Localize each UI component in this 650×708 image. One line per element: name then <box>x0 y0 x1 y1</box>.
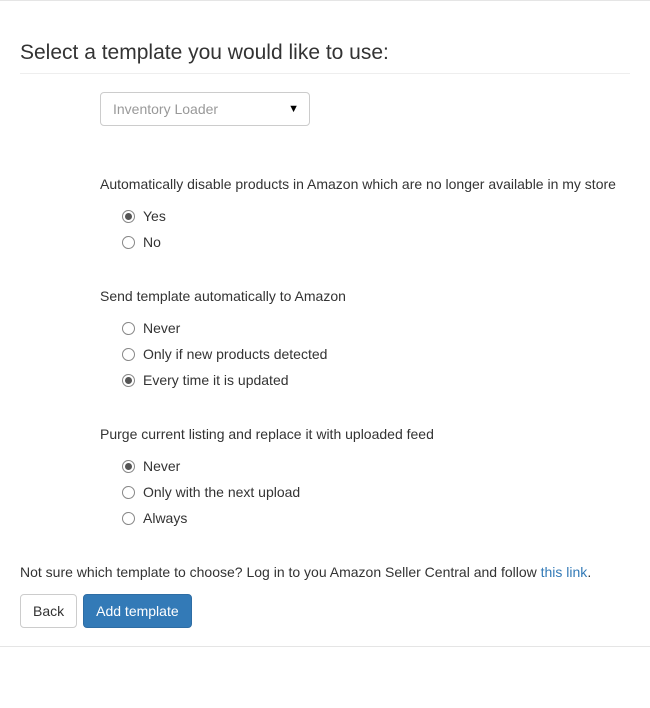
option-send-never[interactable]: Never <box>122 320 630 336</box>
option-label: Never <box>143 458 180 474</box>
option-label: Only with the next upload <box>143 484 300 500</box>
radio-icon <box>122 210 135 223</box>
option-purge-next-upload[interactable]: Only with the next upload <box>122 484 630 500</box>
option-label: Every time it is updated <box>143 372 289 388</box>
option-send-every-update[interactable]: Every time it is updated <box>122 372 630 388</box>
radio-icon <box>122 374 135 387</box>
back-button[interactable]: Back <box>20 594 77 628</box>
group-send-template: Send template automatically to Amazon Ne… <box>100 288 630 388</box>
radio-icon <box>122 512 135 525</box>
radio-icon <box>122 236 135 249</box>
option-disable-yes[interactable]: Yes <box>122 208 630 224</box>
option-label: Yes <box>143 208 166 224</box>
option-label: Only if new products detected <box>143 346 327 362</box>
option-purge-never[interactable]: Never <box>122 458 630 474</box>
chevron-down-icon: ▼ <box>288 103 299 115</box>
radio-icon <box>122 348 135 361</box>
page-title: Select a template you would like to use: <box>20 41 630 65</box>
help-text: Not sure which template to choose? Log i… <box>20 564 630 580</box>
help-suffix: . <box>587 564 591 580</box>
add-template-button[interactable]: Add template <box>83 594 192 628</box>
option-label: Always <box>143 510 187 526</box>
template-select-value: Inventory Loader <box>113 101 218 117</box>
help-prefix: Not sure which template to choose? Log i… <box>20 564 541 580</box>
help-link[interactable]: this link <box>541 564 588 580</box>
group-disable-products: Automatically disable products in Amazon… <box>100 176 630 250</box>
title-divider <box>20 73 630 74</box>
option-purge-always[interactable]: Always <box>122 510 630 526</box>
group-label: Automatically disable products in Amazon… <box>100 176 630 192</box>
option-disable-no[interactable]: No <box>122 234 630 250</box>
option-send-if-new[interactable]: Only if new products detected <box>122 346 630 362</box>
radio-icon <box>122 486 135 499</box>
group-label: Send template automatically to Amazon <box>100 288 630 304</box>
radio-icon <box>122 460 135 473</box>
group-label: Purge current listing and replace it wit… <box>100 426 630 442</box>
option-label: Never <box>143 320 180 336</box>
radio-icon <box>122 322 135 335</box>
template-select[interactable]: Inventory Loader ▼ <box>100 92 310 126</box>
group-purge-listing: Purge current listing and replace it wit… <box>100 426 630 526</box>
option-label: No <box>143 234 161 250</box>
